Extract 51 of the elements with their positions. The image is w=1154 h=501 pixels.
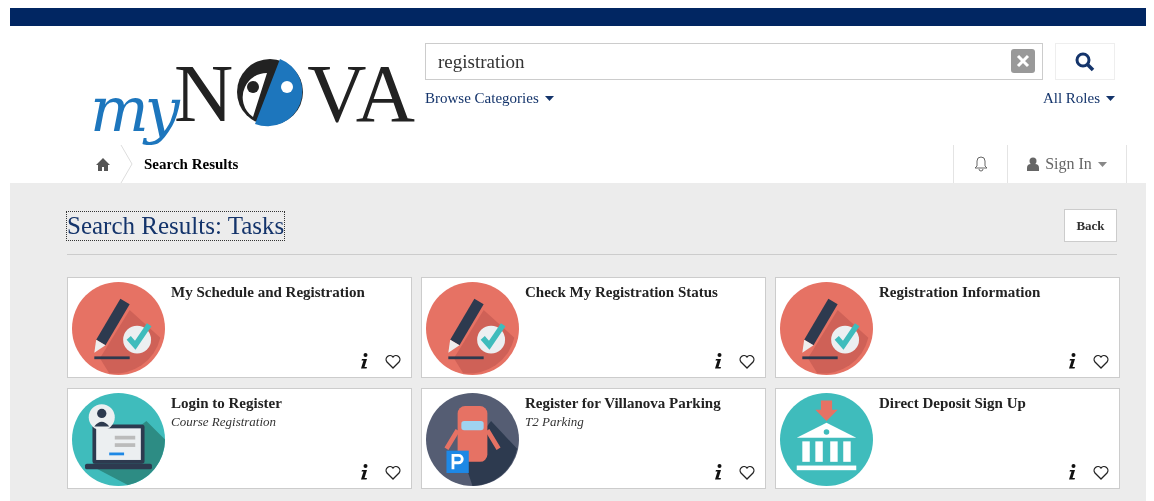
favorite-icon[interactable]	[1093, 353, 1109, 369]
close-icon	[1016, 54, 1030, 68]
tile-title: My Schedule and Registration	[171, 284, 365, 301]
favorite-icon[interactable]	[385, 464, 401, 480]
user-icon	[1027, 157, 1040, 171]
task-tile[interactable]: My Schedule and Registration	[67, 277, 412, 378]
info-icon[interactable]	[714, 464, 723, 480]
breadcrumb-current: Search Results	[144, 155, 239, 173]
search-icon	[1075, 51, 1095, 72]
tile-title: Login to Register	[171, 395, 282, 412]
info-icon[interactable]	[1068, 464, 1077, 480]
task-tile[interactable]: Login to Register Course Registration	[67, 388, 412, 489]
tile-subtitle: T2 Parking	[525, 414, 585, 430]
favorite-icon[interactable]	[1093, 464, 1109, 480]
search-button[interactable]	[1055, 43, 1115, 80]
clear-button[interactable]	[1011, 49, 1035, 73]
info-icon[interactable]	[360, 353, 369, 369]
pen-check-icon	[426, 282, 519, 375]
task-tile[interactable]: Check My Registration Status	[421, 277, 766, 378]
parking-icon	[426, 393, 519, 486]
bank-icon	[780, 393, 873, 486]
breadcrumb-separator	[120, 145, 134, 183]
task-tile[interactable]: Registration Information	[775, 277, 1120, 378]
logo-letters: VA	[307, 61, 415, 127]
task-tile[interactable]: Register for Villanova Parking T2 Parking	[421, 388, 766, 489]
roles-dropdown[interactable]: All Roles	[1042, 90, 1115, 107]
logo-circle-icon	[235, 57, 306, 127]
info-icon[interactable]	[1068, 353, 1077, 369]
caret-icon	[1106, 96, 1115, 101]
laptop-icon	[72, 393, 165, 486]
sign-in-button[interactable]: Sign In	[1007, 145, 1127, 183]
pen-check-icon	[72, 282, 165, 375]
info-icon[interactable]	[714, 353, 723, 369]
tile-subtitle: Course Registration	[171, 414, 278, 430]
task-tile[interactable]: Direct Deposit Sign Up	[775, 388, 1120, 489]
favorite-icon[interactable]	[739, 353, 755, 369]
bell-icon	[973, 156, 988, 172]
tile-title: Direct Deposit Sign Up	[879, 395, 1026, 412]
info-icon[interactable]	[360, 464, 369, 480]
pen-check-icon	[780, 282, 873, 375]
tile-title: Registration Information	[879, 284, 1041, 301]
caret-icon	[544, 96, 554, 101]
caret-icon	[1097, 161, 1107, 167]
search-field[interactable]: registration	[425, 43, 1043, 80]
browse-categories-dropdown[interactable]: Browse Categories	[425, 90, 554, 107]
tile-title: Check My Registration Status	[525, 284, 718, 301]
back-button[interactable]: Back	[1064, 209, 1117, 242]
favorite-icon[interactable]	[385, 353, 401, 369]
favorite-icon[interactable]	[739, 464, 755, 480]
page-title: Search Results: Tasks	[67, 211, 285, 240]
tile-title: Register for Villanova Parking	[525, 395, 721, 412]
